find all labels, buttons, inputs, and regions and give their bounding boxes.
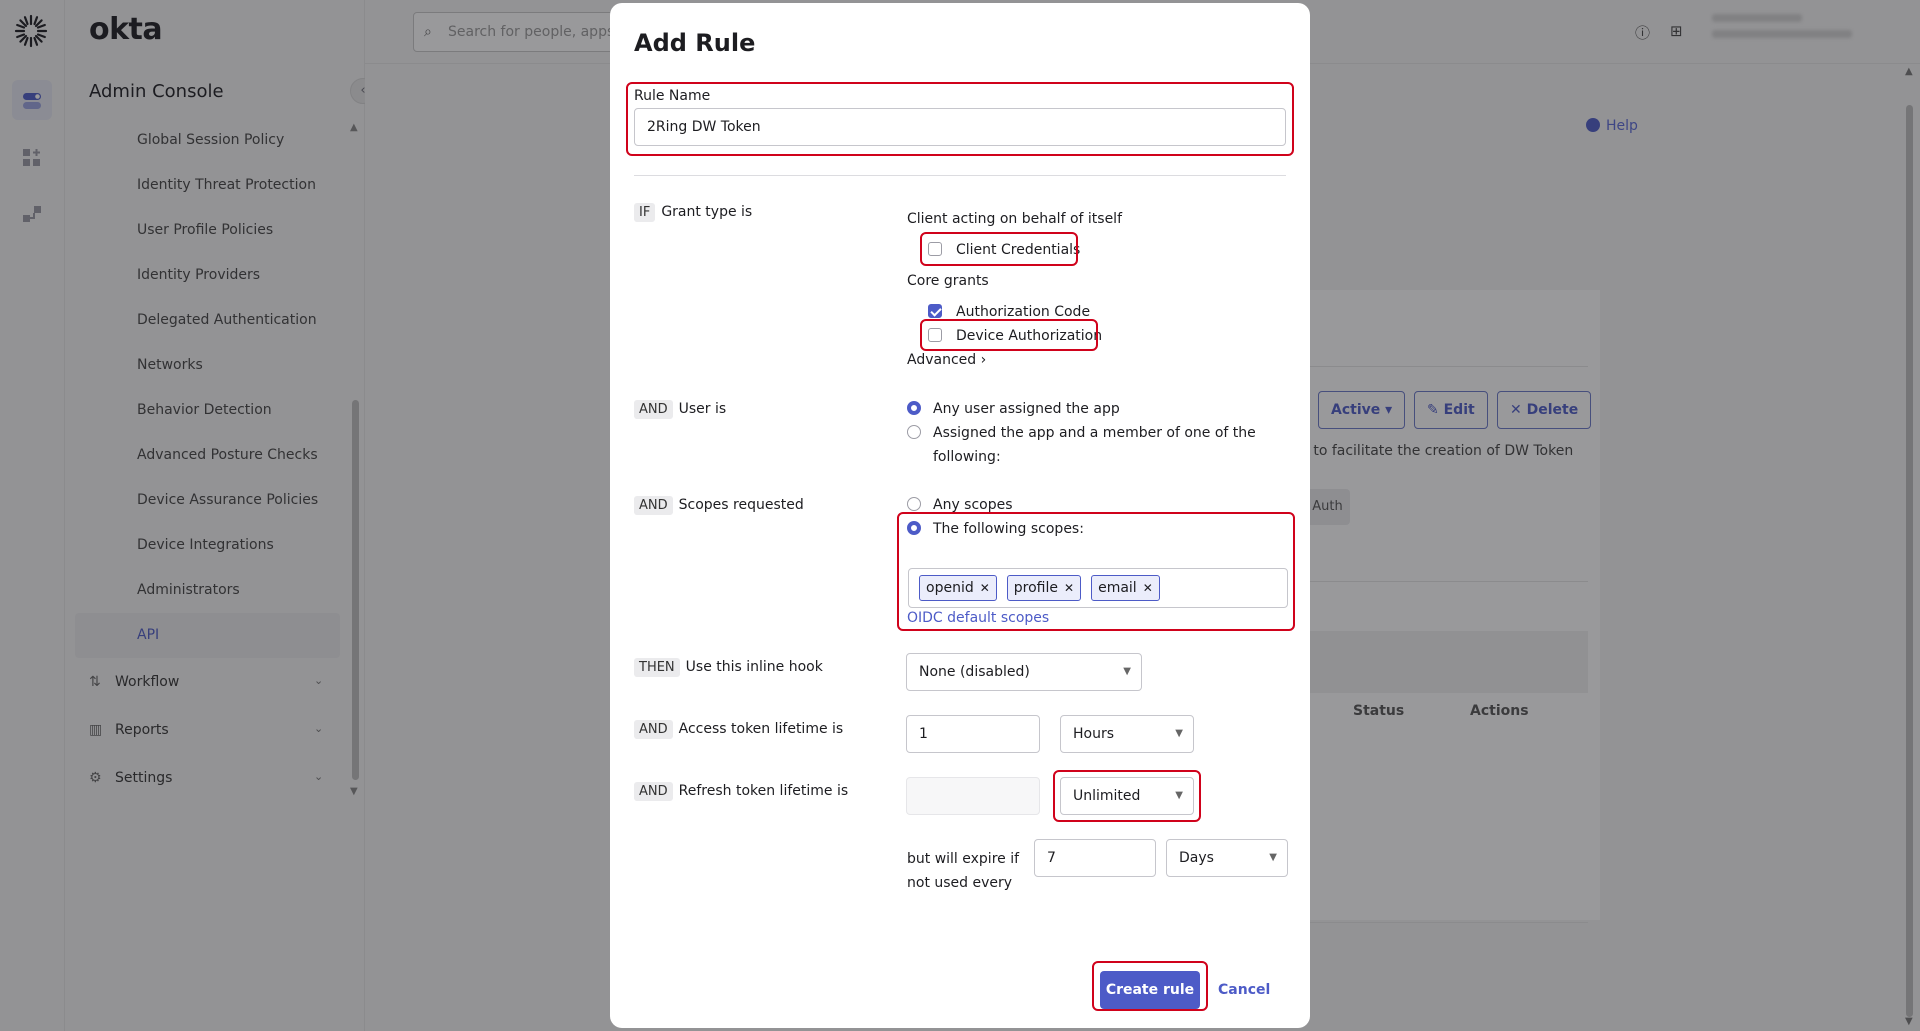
- add-rule-dialog: Add Rule Rule Name IFGrant type is Clien…: [610, 3, 1310, 1028]
- dialog-title: Add Rule: [634, 29, 756, 57]
- rule-name-label: Rule Name: [634, 88, 711, 104]
- user-condition: AND User is: [634, 400, 726, 419]
- and-tag: AND: [634, 496, 673, 515]
- inline-hook-condition: THEN Use this inline hook: [634, 658, 823, 677]
- dropdown-caret-icon: ▼: [1123, 666, 1131, 677]
- expire-label-line2: not used every: [907, 875, 1013, 891]
- remove-chip-x-icon[interactable]: ✕: [1064, 581, 1074, 595]
- cancel-button[interactable]: Cancel: [1218, 971, 1270, 1009]
- access-token-lifetime-input[interactable]: [906, 715, 1040, 753]
- expire-label-line1: but will expire if: [907, 851, 1020, 867]
- dropdown-caret-icon: ▼: [1175, 790, 1183, 801]
- refresh-token-condition: AND Refresh token lifetime is: [634, 782, 848, 801]
- authorization-code-checkbox[interactable]: [928, 304, 942, 318]
- scope-chip-email: email ✕: [1091, 575, 1160, 601]
- scopes-following-radio[interactable]: [907, 521, 921, 535]
- inline-hook-select[interactable]: None (disabled) ▼: [906, 653, 1142, 691]
- core-grants-heading: Core grants: [907, 273, 989, 289]
- oidc-default-scopes-link[interactable]: OIDC default scopes: [907, 610, 1049, 626]
- chevron-right-icon: ›: [980, 352, 987, 368]
- authorization-code-option[interactable]: Authorization Code: [928, 304, 1090, 320]
- refresh-expire-value-input[interactable]: [1034, 839, 1156, 877]
- scopes-any-option[interactable]: Any scopes: [907, 497, 1013, 513]
- access-token-unit-select[interactable]: Hours ▼: [1060, 715, 1194, 753]
- grant-type-condition: IF Grant type is: [634, 203, 752, 222]
- and-tag: AND: [634, 400, 673, 419]
- dropdown-caret-icon: ▼: [1269, 852, 1277, 863]
- scopes-following-option[interactable]: The following scopes:: [907, 521, 1084, 537]
- client-credentials-checkbox[interactable]: [928, 242, 942, 256]
- access-token-condition: AND Access token lifetime is: [634, 720, 843, 739]
- client-self-heading: Client acting on behalf of itself: [907, 211, 1123, 227]
- advanced-grants-toggle[interactable]: Advanced ›: [907, 352, 986, 368]
- user-any-radio[interactable]: [907, 401, 921, 415]
- scopes-condition: AND Scopes requested: [634, 496, 804, 515]
- refresh-expire-unit-select[interactable]: Days ▼: [1166, 839, 1288, 877]
- rule-name-input[interactable]: [634, 108, 1286, 146]
- then-tag: THEN: [634, 658, 680, 677]
- refresh-token-unit-select[interactable]: Unlimited ▼: [1060, 777, 1194, 815]
- scopes-chip-input[interactable]: openid ✕ profile ✕ email ✕: [908, 568, 1288, 608]
- user-any-option[interactable]: Any user assigned the app: [907, 401, 1120, 417]
- user-member-option[interactable]: Assigned the app and a member of one of …: [907, 425, 1256, 441]
- device-authorization-checkbox[interactable]: [928, 328, 942, 342]
- user-member-option-continued: following:: [933, 449, 1001, 465]
- scope-chip-openid: openid ✕: [919, 575, 997, 601]
- scope-chip-profile: profile ✕: [1006, 575, 1082, 601]
- user-member-radio[interactable]: [907, 425, 921, 439]
- dropdown-caret-icon: ▼: [1175, 728, 1183, 739]
- and-tag: AND: [634, 720, 673, 739]
- section-divider: [634, 175, 1286, 176]
- remove-chip-x-icon[interactable]: ✕: [1143, 581, 1153, 595]
- device-authorization-option[interactable]: Device Authorization: [928, 328, 1102, 344]
- refresh-token-lifetime-input[interactable]: [906, 777, 1040, 815]
- remove-chip-x-icon[interactable]: ✕: [980, 581, 990, 595]
- create-rule-button[interactable]: Create rule: [1100, 971, 1200, 1009]
- scopes-any-radio[interactable]: [907, 497, 921, 511]
- if-tag: IF: [634, 203, 656, 222]
- and-tag: AND: [634, 782, 673, 801]
- client-credentials-option[interactable]: Client Credentials: [928, 242, 1080, 258]
